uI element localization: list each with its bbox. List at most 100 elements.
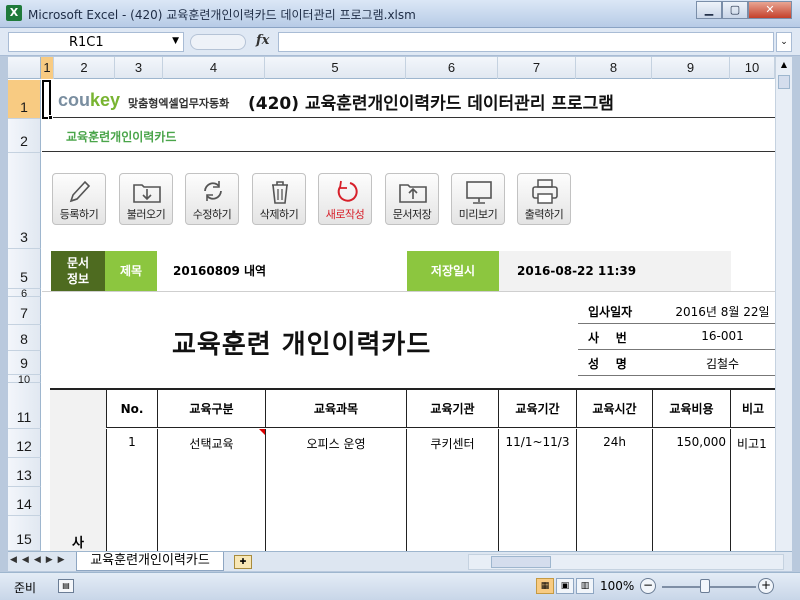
cell-text: 선택교육 bbox=[189, 437, 234, 451]
row-header[interactable]: 2 bbox=[8, 119, 41, 153]
folder-download-icon bbox=[133, 184, 161, 203]
print-button[interactable]: 출력하기 bbox=[517, 173, 571, 225]
normal-view-icon[interactable]: ▦ bbox=[536, 578, 554, 594]
info-row-name[interactable]: 성 명 김철수 bbox=[578, 350, 775, 376]
horizontal-scrollbar[interactable] bbox=[468, 554, 784, 570]
column-header[interactable]: 5 bbox=[265, 57, 406, 79]
minimize-button[interactable]: ▁ bbox=[696, 1, 722, 19]
zoom-out-button[interactable]: − bbox=[640, 578, 656, 594]
td-cost[interactable]: 150,000 bbox=[653, 429, 731, 551]
maximize-button[interactable]: ▢ bbox=[722, 1, 748, 19]
row-header[interactable]: 12 bbox=[8, 429, 41, 458]
row-number: 3 bbox=[20, 229, 28, 245]
scroll-up-icon[interactable]: ▲ bbox=[776, 57, 792, 73]
formula-input[interactable] bbox=[278, 32, 774, 52]
column-header[interactable]: 8 bbox=[576, 57, 652, 79]
row-header[interactable]: 7 bbox=[8, 297, 41, 325]
row-number: 2 bbox=[20, 133, 28, 149]
info-row-employee-id[interactable]: 사 번 16-001 bbox=[578, 324, 775, 350]
save-document-button[interactable]: 문서저장 bbox=[385, 173, 439, 225]
info-value: 2016년 8월 22일 bbox=[675, 305, 770, 319]
logo-text: cou bbox=[58, 90, 91, 110]
row-header[interactable]: 6 bbox=[8, 288, 41, 300]
chevron-down-icon[interactable]: ▼ bbox=[172, 36, 179, 46]
td-note[interactable]: 비고1 bbox=[731, 429, 775, 551]
doc-title-value[interactable]: 20160809 내역 bbox=[157, 251, 407, 291]
fill-handle[interactable] bbox=[48, 115, 53, 120]
page-layout-view-icon[interactable]: ▣ bbox=[556, 578, 574, 594]
tab-navigation-icons[interactable]: ◀◀◀▶▶ bbox=[10, 555, 70, 565]
td-category[interactable]: 선택교육 bbox=[158, 429, 266, 551]
zoom-level[interactable]: 100% bbox=[600, 579, 634, 593]
td-hours[interactable]: 24h bbox=[577, 429, 653, 551]
trash-icon bbox=[272, 181, 288, 204]
row-header[interactable]: 3 bbox=[8, 153, 41, 249]
insert-sheet-icon[interactable]: ✚ bbox=[234, 555, 252, 569]
row-header[interactable]: 13 bbox=[8, 458, 41, 487]
macro-record-icon[interactable]: ▤ bbox=[58, 579, 74, 593]
window-controls: ▁ ▢ ✕ bbox=[696, 1, 792, 19]
window-titlebar: X Microsoft Excel - (420) 교육훈련개인이력카드 데이터… bbox=[0, 0, 800, 28]
expand-formula-icon[interactable]: ⌄ bbox=[776, 32, 792, 52]
column-header[interactable]: 10 bbox=[730, 57, 775, 79]
worksheet-grid[interactable]: 1 2 3 4 5 6 7 8 9 10 1 2 3 5 6 7 8 9 10 … bbox=[8, 57, 792, 551]
row-header[interactable]: 9 bbox=[8, 351, 41, 375]
comment-indicator-icon[interactable] bbox=[259, 429, 265, 435]
row-header[interactable]: 1 bbox=[8, 80, 41, 119]
th-hours: 교육시간 bbox=[577, 390, 653, 428]
new-button[interactable]: 새로작성 bbox=[318, 173, 372, 225]
td-institution[interactable]: 쿠키센터 bbox=[407, 429, 499, 551]
excel-app-icon[interactable]: X bbox=[6, 5, 22, 21]
row-header[interactable]: 11 bbox=[8, 383, 41, 429]
edit-button[interactable]: 수정하기 bbox=[185, 173, 239, 225]
delete-button[interactable]: 삭제하기 bbox=[252, 173, 306, 225]
sheet-tab-bar: ◀◀◀▶▶ 교육훈련개인이력카드 ✚ bbox=[8, 551, 792, 571]
status-bar: 준비 ▤ ▦ ▣ ▥ 100% − + bbox=[0, 572, 800, 600]
row-header[interactable]: 8 bbox=[8, 325, 41, 351]
insert-function-icon[interactable]: fx bbox=[256, 33, 269, 48]
program-title: (420) 교육훈련개인이력카드 데이터관리 프로그램 bbox=[248, 94, 614, 114]
zoom-in-button[interactable]: + bbox=[758, 578, 774, 594]
row-header[interactable]: 15 bbox=[8, 516, 41, 551]
page-break-view-icon[interactable]: ▥ bbox=[576, 578, 594, 594]
doc-info-text: 문서 정보 bbox=[66, 256, 90, 286]
info-value: 16-001 bbox=[701, 329, 744, 343]
column-header[interactable]: 2 bbox=[54, 57, 115, 79]
preview-button[interactable]: 미리보기 bbox=[451, 173, 505, 225]
doc-title-label: 제목 bbox=[105, 251, 157, 291]
close-button[interactable]: ✕ bbox=[748, 1, 792, 19]
th-category: 교육구분 bbox=[158, 390, 266, 428]
scroll-thumb[interactable] bbox=[491, 556, 551, 568]
zoom-slider-thumb[interactable] bbox=[700, 579, 710, 593]
active-cell[interactable] bbox=[42, 80, 51, 119]
scroll-thumb[interactable] bbox=[778, 75, 790, 89]
column-header[interactable]: 9 bbox=[652, 57, 730, 79]
sheet-tab-active[interactable]: 교육훈련개인이력카드 bbox=[76, 552, 224, 571]
doc-saved-value[interactable]: 2016-08-22 11:39 bbox=[499, 251, 731, 291]
divider bbox=[42, 291, 775, 292]
side-column: 사 bbox=[50, 390, 106, 551]
column-header[interactable]: 4 bbox=[163, 57, 265, 79]
row-number: 14 bbox=[16, 496, 32, 512]
column-header[interactable]: 6 bbox=[406, 57, 498, 79]
row-header[interactable]: 14 bbox=[8, 487, 41, 516]
td-no[interactable]: 1 bbox=[106, 429, 158, 551]
refresh-icon bbox=[204, 181, 222, 201]
column-header[interactable]: 3 bbox=[115, 57, 163, 79]
td-period[interactable]: 11/1~11/3 bbox=[499, 429, 577, 551]
td-subject[interactable]: 오피스 운영 bbox=[266, 429, 407, 551]
column-header[interactable]: 7 bbox=[498, 57, 576, 79]
card-heading: 교육훈련 개인이력카드 bbox=[172, 330, 432, 360]
load-button[interactable]: 불러오기 bbox=[119, 173, 173, 225]
row-header[interactable]: 10 bbox=[8, 374, 41, 386]
logo-tagline: 맞춤형엑셀업무자동화 bbox=[128, 97, 230, 110]
select-all-corner[interactable] bbox=[8, 57, 41, 79]
register-button[interactable]: 등록하기 bbox=[52, 173, 106, 225]
name-box[interactable]: R1C1 ▼ bbox=[8, 32, 184, 52]
column-header[interactable]: 1 bbox=[41, 57, 54, 79]
vertical-scrollbar[interactable]: ▲ bbox=[775, 57, 792, 551]
info-row-join-date[interactable]: 입사일자 2016년 8월 22일 bbox=[578, 298, 775, 324]
view-buttons: ▦ ▣ ▥ bbox=[536, 578, 594, 594]
button-label: 출력하기 bbox=[524, 208, 564, 221]
row-header[interactable]: 5 bbox=[8, 249, 41, 289]
